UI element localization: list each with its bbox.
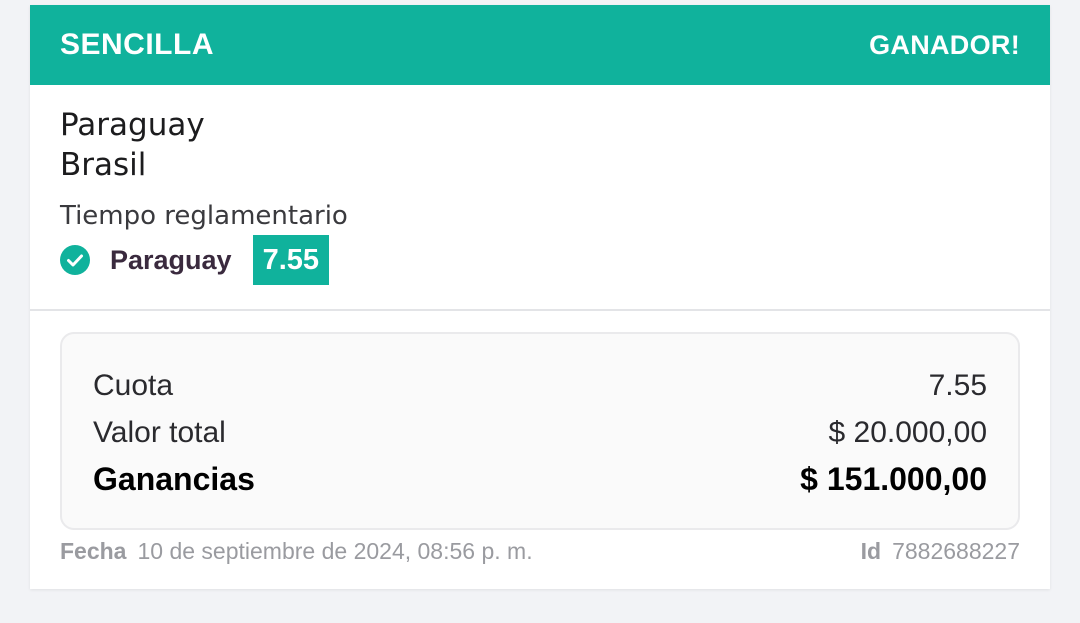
stake-value: $ 20.000,00 bbox=[828, 415, 987, 449]
bet-summary-box: Cuota 7.55 Valor total $ 20.000,00 Ganan… bbox=[60, 332, 1020, 530]
date-value: 10 de septiembre de 2024, 08:56 p. m. bbox=[137, 538, 533, 564]
odds-value: 7.55 bbox=[928, 368, 987, 402]
check-circle-icon bbox=[60, 245, 90, 275]
selection-odds-badge: 7.55 bbox=[252, 235, 330, 285]
away-team-name: Brasil bbox=[60, 147, 147, 183]
result-status-label: GANADOR! bbox=[869, 29, 1020, 60]
selection-row: Paraguay 7.55 bbox=[60, 235, 1020, 285]
winnings-label: Ganancias bbox=[93, 461, 255, 497]
market-name: Tiempo reglamentario bbox=[60, 201, 348, 231]
bet-ticket-card: SENCILLA GANADOR! Paraguay Brasil Tiempo… bbox=[30, 5, 1050, 589]
id-value: 7882688227 bbox=[892, 538, 1020, 564]
stake-row: Valor total $ 20.000,00 bbox=[93, 409, 987, 456]
event-section: Paraguay Brasil Tiempo reglamentario Par… bbox=[30, 85, 1050, 311]
ticket-header: SENCILLA GANADOR! bbox=[30, 5, 1050, 85]
odds-label: Cuota bbox=[93, 368, 174, 402]
selection-name: Paraguay bbox=[110, 244, 232, 275]
winnings-row: Ganancias $ 151.000,00 bbox=[93, 456, 987, 503]
odds-row: Cuota 7.55 bbox=[93, 362, 987, 409]
bet-type-label: SENCILLA bbox=[60, 28, 214, 61]
date-label: Fecha bbox=[60, 538, 127, 564]
home-team-name: Paraguay bbox=[60, 107, 205, 143]
id-info: Id 7882688227 bbox=[861, 538, 1020, 565]
date-info: Fecha 10 de septiembre de 2024, 08:56 p. … bbox=[60, 538, 533, 565]
winnings-value: $ 151.000,00 bbox=[800, 461, 987, 497]
stake-label: Valor total bbox=[93, 415, 226, 449]
id-label: Id bbox=[860, 538, 882, 564]
ticket-footer: Fecha 10 de septiembre de 2024, 08:56 p. … bbox=[60, 538, 1020, 565]
